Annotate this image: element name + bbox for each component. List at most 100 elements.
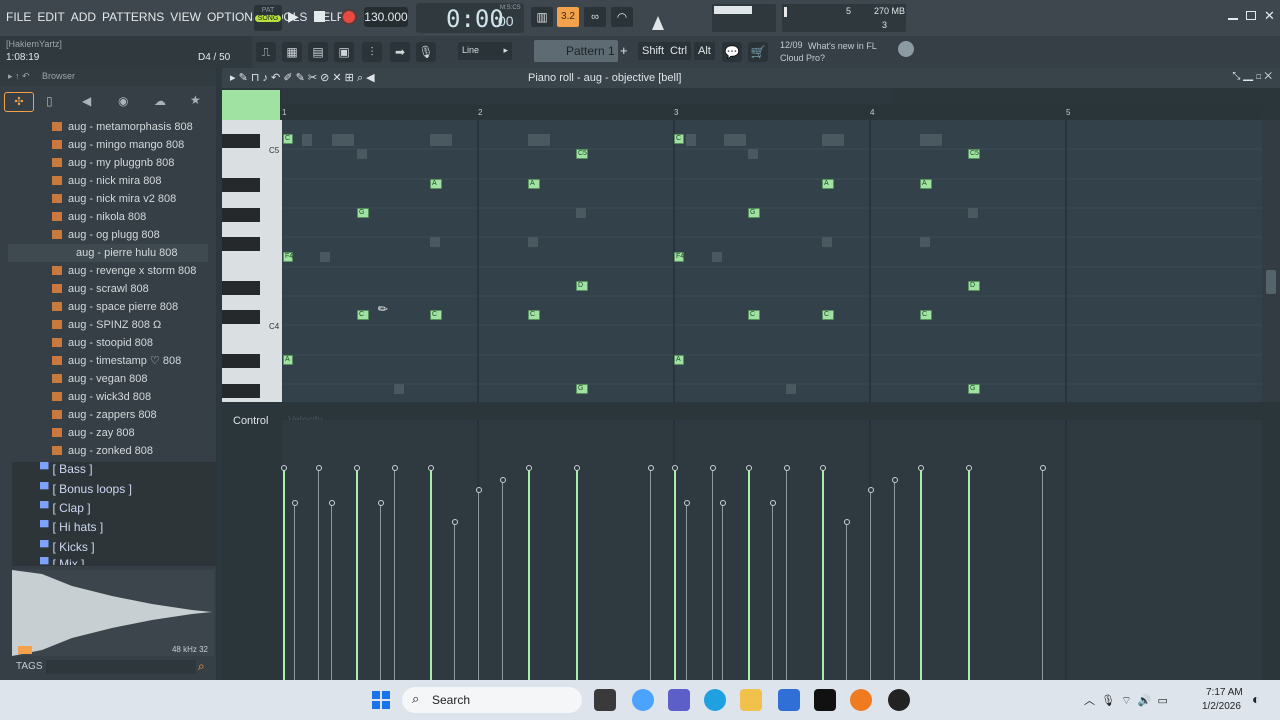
velocity-bar[interactable] [356,468,358,680]
microphone-icon[interactable]: 🎙 [416,42,436,62]
folder-clap[interactable]: ▀[ Clap ] [40,499,91,518]
speaker-tab-icon[interactable]: ◀ [82,94,91,108]
store-icon[interactable] [778,689,800,711]
menu-view[interactable]: VIEW [170,10,201,24]
browser-nav-icon[interactable]: ▸ ↑ ↶ [8,71,30,82]
velocity-bar[interactable] [1042,468,1043,680]
clock-time[interactable]: 7:17 AM [1206,687,1243,698]
cloud-tab-icon[interactable]: ☁ [154,94,166,108]
file-item[interactable]: aug - pierre hulu 808 [8,244,208,262]
file-item[interactable]: aug - metamorphasis 808 [52,118,193,136]
file-item[interactable]: aug - my pluggnb 808 [52,154,174,172]
note[interactable]: C [920,310,932,320]
file-item[interactable]: aug - zappers 808 [52,406,157,424]
black-key[interactable] [222,310,260,324]
note[interactable]: C5 [576,149,588,159]
velocity-bar[interactable] [920,468,922,680]
velocity-bar[interactable] [822,468,824,680]
velocity-handle[interactable] [1040,465,1046,471]
piano-roll-tools-icon[interactable]: ▸ ✎ ⊓ ♪ ↶ ✐ ✎ ✂ ⊘ ✕ ⊞ ⌕ ◀ [230,71,375,85]
mixer-icon[interactable]: ▣ [334,42,354,62]
files-tab-icon[interactable]: ▯ [46,94,53,108]
velocity-bar[interactable] [674,468,676,680]
folder-bonus-loops[interactable]: ▀[ Bonus loops ] [40,480,132,499]
play-sample-icon[interactable] [18,646,32,654]
velocity-handle[interactable] [281,465,287,471]
note[interactable]: G [576,384,588,394]
vertical-scrollbar[interactable] [1262,120,1280,402]
velocity-handle[interactable] [684,500,690,506]
ctrl-button[interactable]: Ctrl [666,42,692,60]
note[interactable]: A [283,355,293,365]
star-tab-icon[interactable]: ★ [190,93,201,107]
velocity-handle[interactable] [672,465,678,471]
velocity-handle[interactable] [329,500,335,506]
master-pitch-icon[interactable] [648,4,706,32]
velocity-bar[interactable] [478,490,479,680]
note[interactable]: C [674,134,684,144]
velocity-bar[interactable] [380,503,381,680]
cart-icon[interactable]: 🛒 [748,42,768,62]
tool-corner[interactable] [222,90,280,120]
velocity-handle[interactable] [868,487,874,493]
timeline-ruler[interactable]: 1 2 3 4 5 [282,106,1262,120]
file-item[interactable]: aug - space pierre 808 [52,298,178,316]
note[interactable]: G [357,208,369,218]
velocity-bar[interactable] [430,468,432,680]
file-item[interactable]: aug - stoopid 808 [52,334,153,352]
close-icon[interactable]: ✕ [1264,8,1275,24]
velocity-bar[interactable] [283,468,285,680]
news-icon[interactable] [898,41,914,57]
menu-add[interactable]: ADD [71,10,96,24]
note[interactable]: C5 [968,149,980,159]
control-label[interactable]: Control [233,415,268,427]
note-grid[interactable]: C C5 C C5 A A A A G G F4 F4 D D C C C C … [282,120,1262,402]
velocity-bar[interactable] [454,522,455,680]
search-icon[interactable]: ⌕ [198,659,205,674]
velocity-handle[interactable] [354,465,360,471]
note[interactable]: C [357,310,369,320]
black-key[interactable] [222,178,260,192]
note[interactable]: A [674,355,684,365]
note[interactable]: A [822,179,834,189]
velocity-handle[interactable] [892,477,898,483]
time-display[interactable]: 0:00 00 M:S:CS [416,3,524,33]
velocity-bar[interactable] [318,468,319,680]
velocity-bar[interactable] [786,468,787,680]
scrollbar-thumb[interactable] [1266,270,1276,294]
folder-bass[interactable]: ▀[ Bass ] [40,460,93,479]
velocity-handle[interactable] [966,465,972,471]
black-key[interactable] [222,208,260,222]
typing-keyboard-icon[interactable]: ▥ [531,7,553,27]
news-text[interactable]: What's new in FL Cloud Pro? [780,40,892,64]
file-item[interactable]: aug - zay 808 [52,424,135,442]
note[interactable]: D [576,281,588,291]
minimize-icon[interactable] [1228,18,1238,20]
velocity-bar[interactable] [846,522,847,680]
velocity-bar[interactable] [686,503,687,680]
loop-record-icon[interactable]: ∞ [584,7,606,27]
notification-icon[interactable]: ◐ [1252,691,1260,707]
velocity-handle[interactable] [820,465,826,471]
velocity-bar[interactable] [394,468,395,680]
add-pattern-button[interactable]: + [620,43,628,58]
velocity-bar[interactable] [294,503,295,680]
note[interactable]: A [430,179,442,189]
black-key[interactable] [222,281,260,295]
record-icon[interactable] [341,9,357,25]
velocity-handle[interactable] [316,465,322,471]
menu-edit[interactable]: EDIT [37,10,64,24]
task-view-icon[interactable] [594,689,616,711]
velocity-bar[interactable] [722,503,723,680]
file-item[interactable]: aug - nikola 808 [52,208,146,226]
note[interactable]: D [968,281,980,291]
file-item[interactable]: aug - og plugg 808 [52,226,160,244]
arrow-right-icon[interactable]: ➡ [390,42,410,62]
tags-input[interactable] [46,660,196,674]
note[interactable]: F4 [674,252,684,262]
folder-mix[interactable]: ▀[ Mix ] [40,555,85,565]
tempo-display[interactable]: 130.000 [364,7,408,27]
play-icon[interactable]: ▶ [288,8,299,25]
plugin-tab-icon[interactable]: ◉ [118,94,128,108]
velocity-bar[interactable] [650,468,651,680]
